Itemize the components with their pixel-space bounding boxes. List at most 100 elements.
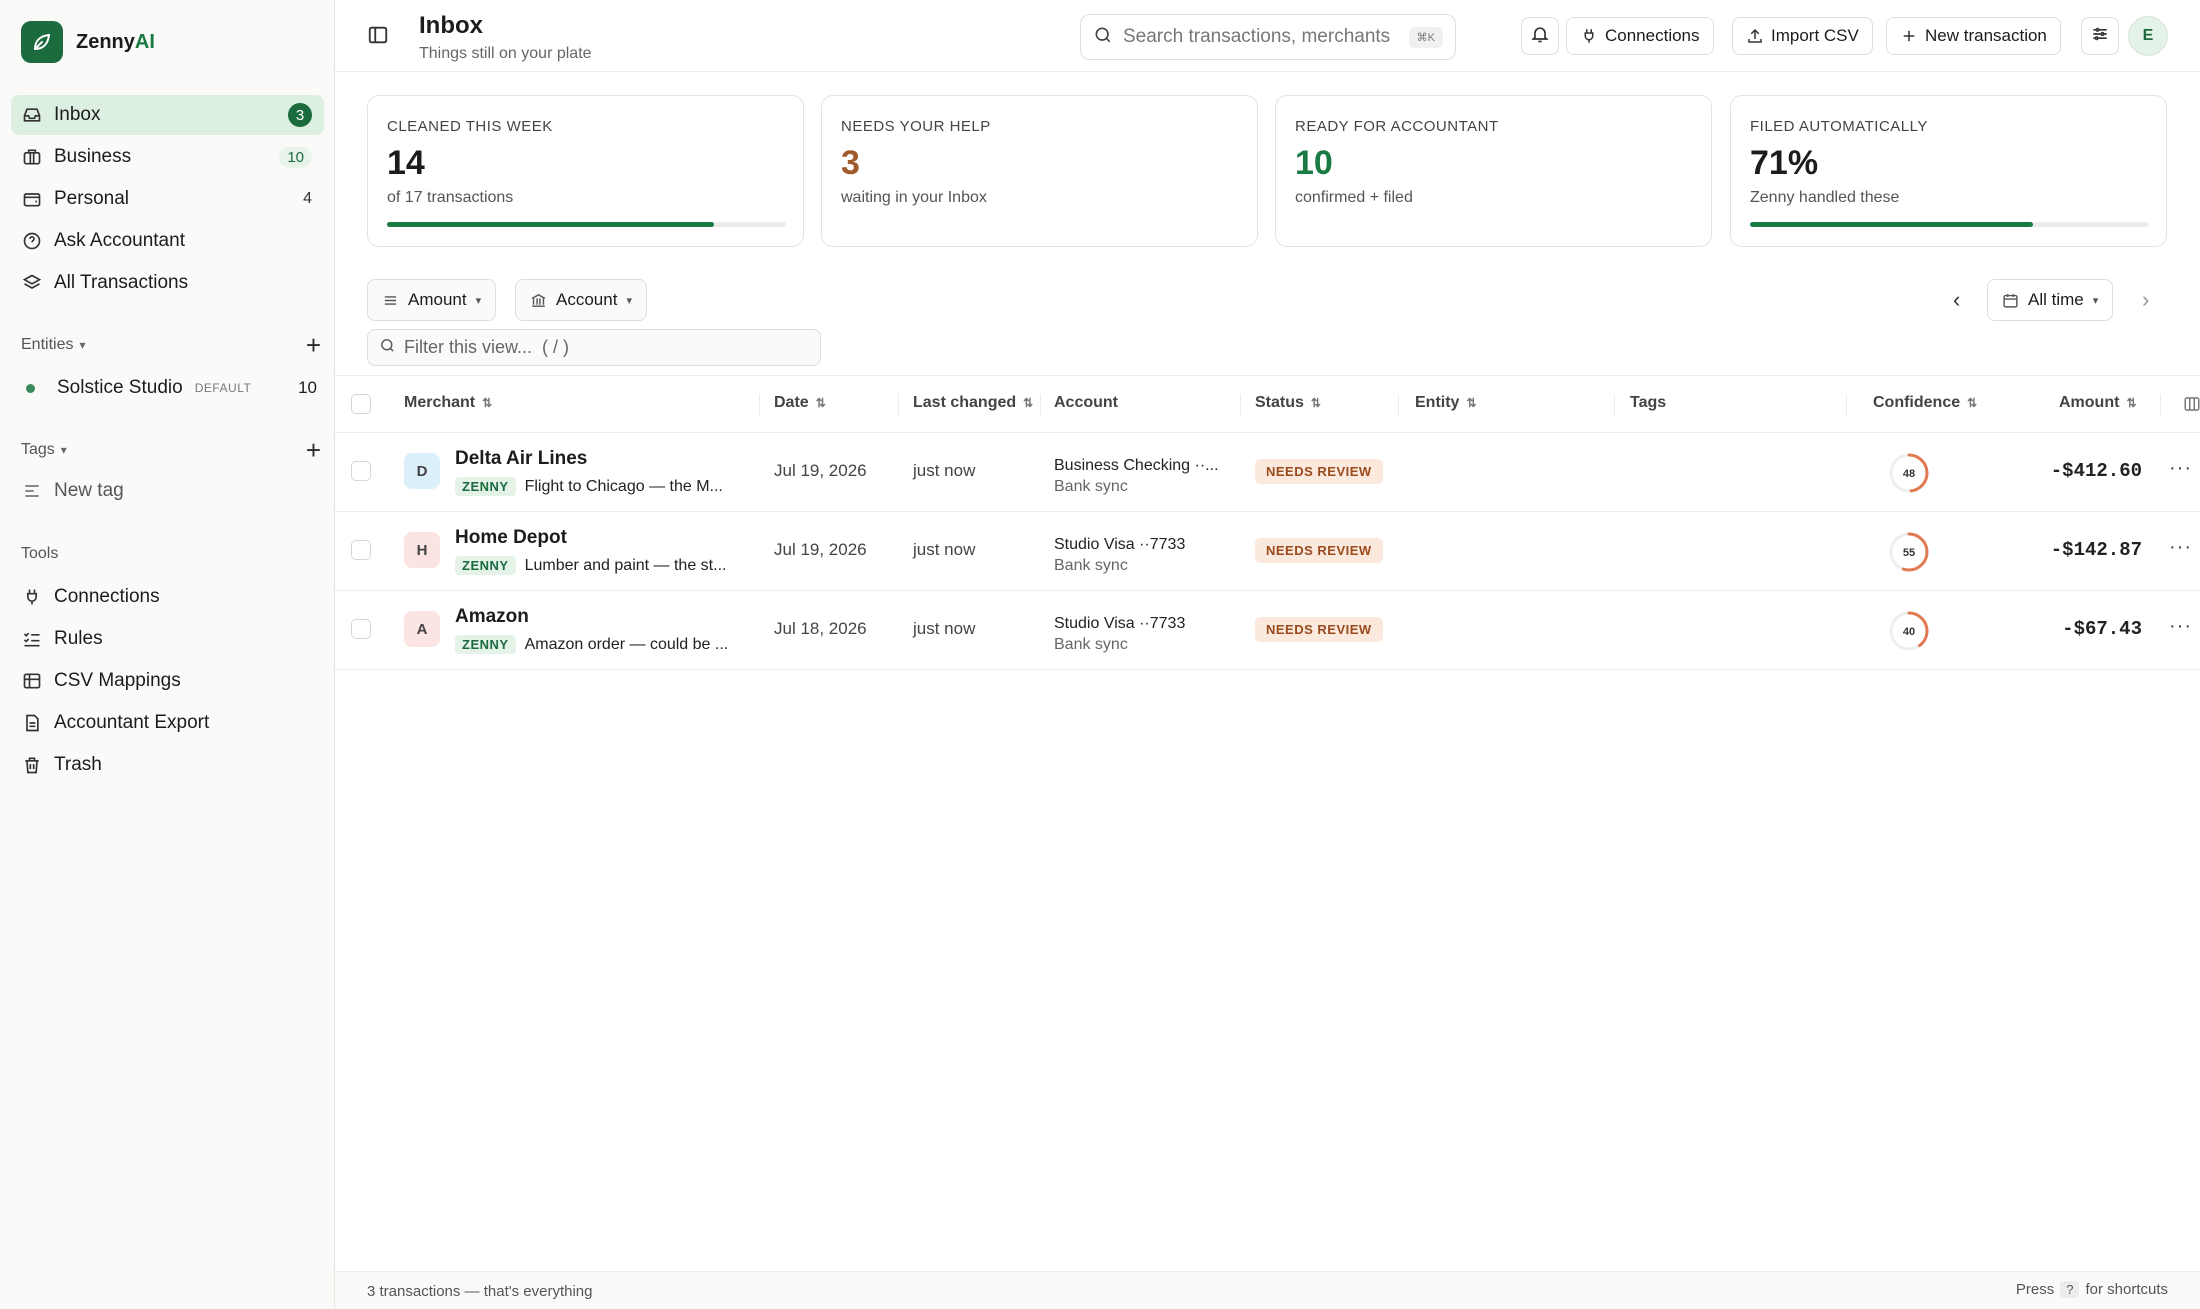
- list-check-icon: [21, 628, 43, 650]
- new-transaction-button[interactable]: New transaction: [1886, 17, 2061, 55]
- filter-box[interactable]: [367, 329, 821, 366]
- chevron-down-icon: ▾: [60, 443, 67, 457]
- last-changed-cell: just now: [913, 461, 976, 480]
- select-all-checkbox[interactable]: [351, 394, 371, 414]
- merchant-avatar: H: [404, 532, 440, 568]
- columns-icon[interactable]: [2183, 395, 2200, 418]
- sidebar-item-label: Personal: [54, 188, 129, 209]
- amount-filter-button[interactable]: Amount ▾: [367, 279, 497, 321]
- column-status[interactable]: Status ⇅: [1255, 394, 1321, 412]
- row-checkbox[interactable]: [351, 461, 371, 481]
- date-range-button[interactable]: All time ▾: [1987, 279, 2114, 321]
- add-tag-button[interactable]: +: [306, 435, 321, 466]
- last-changed-cell: just now: [913, 540, 976, 559]
- chevron-left-icon[interactable]: ‹: [1953, 287, 1960, 313]
- page-subtitle: Things still on your plate: [419, 45, 592, 62]
- row-checkbox[interactable]: [351, 619, 371, 639]
- sidebar-item-personal[interactable]: Personal 4: [11, 179, 324, 219]
- row-checkbox[interactable]: [351, 540, 371, 560]
- column-tags[interactable]: Tags: [1630, 394, 1666, 412]
- column-last-changed[interactable]: Last changed ⇅: [913, 394, 1033, 412]
- settings-button[interactable]: [2081, 17, 2119, 55]
- bell-icon: [1530, 24, 1550, 49]
- sidebar-item-accountant-export[interactable]: Accountant Export: [11, 703, 324, 743]
- chevron-right-icon[interactable]: ›: [2142, 287, 2149, 313]
- progress-bar: [1750, 222, 2149, 227]
- sort-icon: ⇅: [1023, 396, 1034, 410]
- sidebar-item-trash[interactable]: Trash: [11, 745, 324, 785]
- status-badge[interactable]: NEEDS REVIEW: [1255, 459, 1383, 484]
- entity-name: Solstice Studio: [57, 377, 183, 398]
- filter-input[interactable]: [404, 337, 804, 358]
- account-filter-button[interactable]: Account ▾: [515, 279, 647, 321]
- column-confidence[interactable]: Confidence ⇅: [1873, 394, 1977, 412]
- notifications-button[interactable]: [1521, 17, 1559, 55]
- column-amount[interactable]: Amount ⇅: [2059, 394, 2137, 412]
- sidebar-item-inbox[interactable]: Inbox 3: [11, 95, 324, 135]
- briefcase-icon: [21, 146, 43, 168]
- more-options-icon[interactable]: ···: [2169, 536, 2192, 559]
- merchant-name[interactable]: Home Depot: [455, 527, 567, 549]
- inbox-icon: [21, 104, 43, 126]
- brand[interactable]: ZennyAI: [21, 21, 155, 63]
- merchant-name[interactable]: Amazon: [455, 606, 529, 628]
- sort-icon: ⇅: [482, 396, 493, 410]
- column-account[interactable]: Account: [1054, 394, 1118, 412]
- column-entity[interactable]: Entity ⇅: [1415, 394, 1477, 412]
- help-circle-icon: [21, 230, 43, 252]
- entities-heading[interactable]: Entities ▾ +: [21, 330, 321, 360]
- more-options-icon[interactable]: ···: [2169, 615, 2192, 638]
- confidence-ring: 55: [1889, 532, 1929, 572]
- stat-label: CLEANED THIS WEEK: [387, 118, 553, 135]
- page-title: Inbox: [419, 12, 483, 39]
- search-icon: [379, 337, 396, 359]
- column-merchant[interactable]: Merchant ⇅: [404, 394, 492, 412]
- table-row[interactable]: D Delta Air Lines ZENNY Flight to Chicag…: [335, 433, 2200, 512]
- chevron-down-icon: ▾: [475, 294, 482, 307]
- tags-heading[interactable]: Tags ▾ +: [21, 435, 321, 465]
- add-entity-button[interactable]: +: [306, 330, 321, 361]
- status-badge[interactable]: NEEDS REVIEW: [1255, 617, 1383, 642]
- entity-solstice-studio[interactable]: Solstice Studio DEFAULT 10: [21, 371, 317, 405]
- column-divider: [1240, 394, 1241, 416]
- leaf-logo-icon: [21, 21, 63, 63]
- connections-button[interactable]: Connections: [1566, 17, 1714, 55]
- column-date[interactable]: Date ⇅: [774, 394, 826, 412]
- new-tag-button[interactable]: New tag: [11, 471, 324, 511]
- count: 4: [303, 190, 312, 207]
- sidebar-item-label: All Transactions: [54, 272, 189, 293]
- table-row[interactable]: A Amazon ZENNY Amazon order — could be .…: [335, 591, 2200, 670]
- date-cell: Jul 18, 2026: [774, 619, 867, 638]
- column-divider: [1040, 394, 1041, 416]
- count-badge: 10: [279, 146, 312, 168]
- sidebar-item-all-transactions[interactable]: All Transactions: [11, 263, 324, 303]
- more-options-icon[interactable]: ···: [2169, 457, 2192, 480]
- table-row[interactable]: H Home Depot ZENNY Lumber and paint — th…: [335, 512, 2200, 591]
- search-input[interactable]: [1123, 26, 1393, 48]
- tag-list-icon: [21, 480, 43, 502]
- date-cell: Jul 19, 2026: [774, 540, 867, 559]
- stat-sub: waiting in your Inbox: [841, 189, 987, 206]
- section-label: Entities: [21, 336, 74, 353]
- merchant-name[interactable]: Delta Air Lines: [455, 448, 587, 470]
- import-csv-button[interactable]: Import CSV: [1732, 17, 1873, 55]
- user-avatar[interactable]: E: [2128, 16, 2168, 56]
- main-nav: Inbox 3 Business 10 Personal 4 Ask Accou…: [11, 95, 324, 305]
- zenny-badge: ZENNY: [455, 556, 516, 575]
- sidebar-toggle-icon[interactable]: [367, 24, 391, 48]
- sidebar-item-rules[interactable]: Rules: [11, 619, 324, 659]
- account-source: Bank sync: [1054, 557, 1128, 574]
- account-name: Studio Visa ··7733: [1054, 536, 1186, 553]
- description-text: Flight to Chicago — the M...: [524, 477, 723, 495]
- tools-nav: Connections Rules CSV Mappings Accountan…: [11, 577, 324, 787]
- new-tag-label: New tag: [54, 480, 124, 501]
- progress-fill: [387, 222, 715, 227]
- search-icon: [1093, 25, 1113, 50]
- sidebar-item-ask-accountant[interactable]: Ask Accountant: [11, 221, 324, 261]
- sidebar-item-csv-mappings[interactable]: CSV Mappings: [11, 661, 324, 701]
- search-box[interactable]: ⌘K: [1080, 14, 1456, 60]
- status-badge[interactable]: NEEDS REVIEW: [1255, 538, 1383, 563]
- date-cell: Jul 19, 2026: [774, 461, 867, 480]
- sidebar-item-business[interactable]: Business 10: [11, 137, 324, 177]
- sidebar-item-connections[interactable]: Connections: [11, 577, 324, 617]
